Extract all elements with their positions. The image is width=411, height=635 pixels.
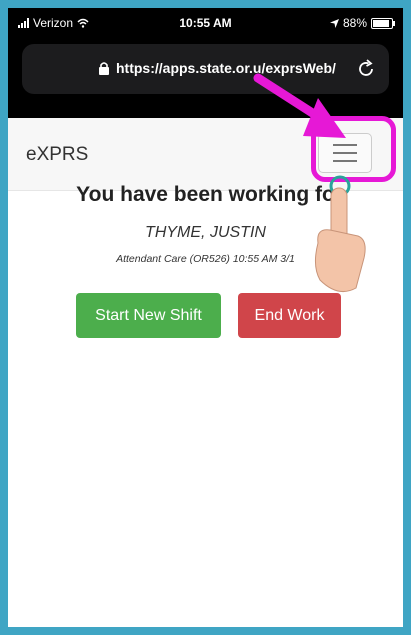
phone-screen: Verizon 10:55 AM 88% https://apps.state.…	[8, 8, 403, 627]
lock-icon	[99, 62, 109, 75]
end-work-button[interactable]: End Work	[238, 293, 341, 338]
url-host: https://apps.state.or.u	[116, 60, 262, 76]
status-right: 88%	[329, 16, 395, 30]
status-bar: Verizon 10:55 AM 88%	[8, 8, 403, 38]
battery-percent: 88%	[342, 16, 367, 30]
start-new-shift-button[interactable]: Start New Shift	[76, 293, 221, 338]
pointing-hand-icon	[314, 175, 366, 293]
battery-icon	[371, 17, 395, 29]
brand-link[interactable]: eXPRS	[26, 144, 88, 166]
location-arrow-icon	[329, 18, 339, 28]
pointer-arrow-icon	[253, 73, 346, 138]
